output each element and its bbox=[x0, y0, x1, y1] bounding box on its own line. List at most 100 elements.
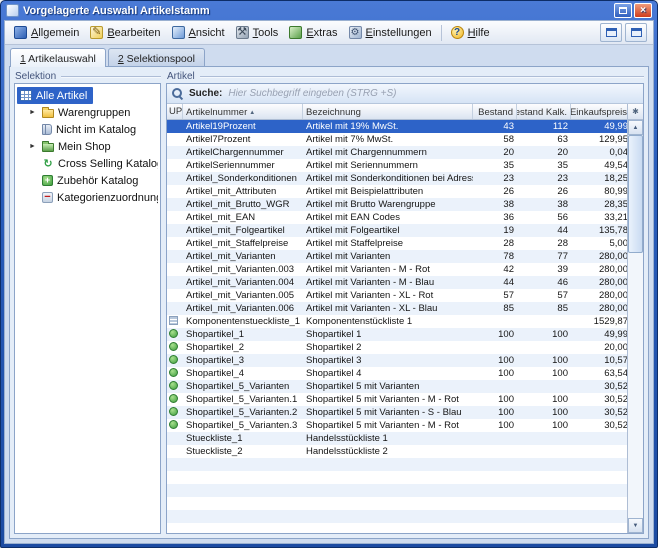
table-row[interactable]: Artikel_SonderkonditionenArtikel mit Son… bbox=[167, 172, 627, 185]
search-input[interactable]: Hier Suchbegriff eingeben (STRG +S) bbox=[228, 88, 396, 99]
cell-bezeichnung: Artikel mit Staffelpreise bbox=[303, 237, 473, 250]
table-row[interactable]: Artikel_mit_Brutto_WGRArtikel mit Brutto… bbox=[167, 198, 627, 211]
table-row[interactable]: Artikel_mit_EANArtikel mit EAN Codes3656… bbox=[167, 211, 627, 224]
table-row[interactable]: Shopartikel_5_VariantenShopartikel 5 mit… bbox=[167, 380, 627, 393]
search-bar[interactable]: Suche: Hier Suchbegriff eingeben (STRG +… bbox=[167, 84, 643, 104]
scroll-down-button[interactable]: ▼ bbox=[628, 518, 643, 533]
table-row[interactable]: ArtikelChargennummerArtikel mit Chargenn… bbox=[167, 146, 627, 159]
table-row[interactable] bbox=[167, 471, 627, 484]
cell-einkaufspreis: 135,78 bbox=[571, 224, 627, 237]
column-header-bestand-kalk[interactable]: Bestand Kalk. bbox=[517, 104, 571, 119]
tab-1-artikelauswahl[interactable]: 1 Artikelauswahl bbox=[10, 48, 106, 67]
expand-icon[interactable]: ► bbox=[29, 142, 38, 151]
expand-icon[interactable]: ► bbox=[29, 108, 38, 117]
tree-item-zubehör-katalog[interactable]: +Zubehör Katalog bbox=[17, 172, 158, 189]
cell-einkaufspreis: 1529,87 bbox=[571, 315, 627, 328]
titlebar[interactable]: Vorgelagerte Auswahl Artikelstamm × bbox=[4, 1, 654, 20]
table-row[interactable] bbox=[167, 510, 627, 523]
table-row[interactable]: Komponentenstueckliste_1Komponentenstück… bbox=[167, 315, 627, 328]
cell-einkaufspreis: 63,54 bbox=[571, 367, 627, 380]
table-row[interactable]: Artikel_mit_Varianten.006Artikel mit Var… bbox=[167, 302, 627, 315]
menu-item-allgemein[interactable]: Allgemein bbox=[9, 24, 84, 41]
tree-item-cross-selling-katalog[interactable]: ↻Cross Selling Katalog bbox=[17, 155, 158, 172]
cell-bestand bbox=[473, 458, 517, 471]
menubar: Allgemein✎Bearbeiten Ansicht ⚒ToolsExtras⚙… bbox=[5, 21, 653, 45]
table-row[interactable]: Shopartikel_3Shopartikel 310010010,5721, bbox=[167, 354, 627, 367]
table-row[interactable]: Shopartikel_1Shopartikel 110010049,9984, bbox=[167, 328, 627, 341]
cell-artikelnummer: ArtikelChargennummer bbox=[183, 146, 303, 159]
cell-bestand bbox=[473, 484, 517, 497]
tree-item-alle-artikel[interactable]: Alle Artikel bbox=[17, 87, 93, 104]
menu-item-bearbeiten[interactable]: ✎Bearbeiten bbox=[85, 24, 165, 41]
vertical-scrollbar[interactable]: ✱ ▲ ▼ bbox=[627, 104, 643, 533]
table-row[interactable]: Artikel_mit_AttributenArtikel mit Beispi… bbox=[167, 185, 627, 198]
table-row[interactable]: Artikel_mit_FolgeartikelArtikel mit Folg… bbox=[167, 224, 627, 237]
maximize-button[interactable] bbox=[614, 3, 632, 18]
table-row[interactable]: Artikel_mit_Varianten.004Artikel mit Var… bbox=[167, 276, 627, 289]
table-row[interactable] bbox=[167, 523, 627, 533]
cell-einkaufspreis: 49,54 bbox=[571, 159, 627, 172]
column-header-artikelnummer[interactable]: Artikelnummer▲ bbox=[183, 104, 303, 119]
cell-artikelnummer: Artikel_mit_Varianten.006 bbox=[183, 302, 303, 315]
table-row[interactable] bbox=[167, 458, 627, 471]
cell-bezeichnung: Artikel mit Folgeartikel bbox=[303, 224, 473, 237]
close-icon: × bbox=[640, 6, 646, 16]
cell-up bbox=[167, 406, 183, 419]
table-row[interactable]: Artikel_mit_Varianten.005Artikel mit Var… bbox=[167, 289, 627, 302]
column-header-einkaufspreis[interactable]: Einkaufspreis bbox=[571, 104, 631, 119]
table-row[interactable]: Stueckliste_1Handelsstückliste 1184 bbox=[167, 432, 627, 445]
table-row[interactable]: Stueckliste_2Handelsstückliste 2229 bbox=[167, 445, 627, 458]
cell-bezeichnung: Shopartikel 2 bbox=[303, 341, 473, 354]
cross-selling-icon: ↻ bbox=[42, 158, 54, 170]
cell-bestand: 78 bbox=[473, 250, 517, 263]
table-row[interactable]: Shopartikel_5_Varianten.3Shopartikel 5 m… bbox=[167, 419, 627, 432]
close-button[interactable]: × bbox=[634, 3, 652, 18]
scrollbar-thumb[interactable] bbox=[628, 135, 643, 253]
menu-item-einstellungen[interactable]: ⚙Einstellungen bbox=[344, 24, 437, 41]
table-row[interactable]: Artikel_mit_StaffelpreiseArtikel mit Sta… bbox=[167, 237, 627, 250]
cell-up bbox=[167, 458, 183, 471]
cell-up bbox=[167, 315, 183, 328]
tab-2-selektionspool[interactable]: 2 Selektionspool bbox=[108, 48, 205, 67]
menu-item-tools[interactable]: ⚒Tools bbox=[231, 24, 284, 41]
table-row[interactable]: Shopartikel_4Shopartikel 410010063,5472, bbox=[167, 367, 627, 380]
table-row[interactable]: Artikel19ProzentArtikel mit 19% MwSt.431… bbox=[167, 120, 627, 133]
table-row[interactable] bbox=[167, 484, 627, 497]
table-row[interactable]: Shopartikel_5_Varianten.1Shopartikel 5 m… bbox=[167, 393, 627, 406]
cell-einkaufspreis: 280,00 bbox=[571, 250, 627, 263]
tree-item-mein-shop[interactable]: ►Mein Shop bbox=[17, 138, 158, 155]
column-header-bestand[interactable]: Bestand bbox=[473, 104, 517, 119]
cell-artikelnummer: Shopartikel_4 bbox=[183, 367, 303, 380]
menu-item-extras[interactable]: Extras bbox=[284, 24, 342, 41]
column-header-bezeichnung[interactable]: Bezeichnung bbox=[303, 104, 473, 119]
menu-item-hilfe[interactable]: ?Hilfe bbox=[446, 24, 495, 41]
cell-artikelnummer: Artikel_mit_EAN bbox=[183, 211, 303, 224]
tree-item-kategorienzuordnung-entfernen[interactable]: −Kategorienzuordnung entfernen bbox=[17, 189, 158, 206]
shop-icon bbox=[169, 407, 178, 416]
tree-item-warengruppen[interactable]: ►Warengruppen bbox=[17, 104, 158, 121]
menu-item-label: Ansicht bbox=[189, 27, 225, 39]
table-row[interactable]: Shopartikel_5_Varianten.2Shopartikel 5 m… bbox=[167, 406, 627, 419]
column-chooser-button[interactable]: ✱ bbox=[628, 104, 643, 120]
menu-item-ansicht[interactable]: Ansicht bbox=[167, 24, 230, 41]
cell-einkaufspreis: 30,52 bbox=[571, 419, 627, 432]
tree-item-nicht-im-katalog[interactable]: Nicht im Katalog bbox=[17, 121, 158, 138]
table-row[interactable]: ArtikelSeriennummerArtikel mit Seriennum… bbox=[167, 159, 627, 172]
cell-einkaufspreis: 280,00 bbox=[571, 263, 627, 276]
bom-icon bbox=[169, 316, 178, 325]
table-row[interactable] bbox=[167, 497, 627, 510]
table-row[interactable]: Artikel_mit_VariantenArtikel mit Variant… bbox=[167, 250, 627, 263]
table-row[interactable]: Artikel7ProzentArtikel mit 7% MwSt.58631… bbox=[167, 133, 627, 146]
table-row[interactable]: Artikel_mit_Varianten.003Artikel mit Var… bbox=[167, 263, 627, 276]
tree-item-label: Kategorienzuordnung entfernen bbox=[57, 192, 158, 204]
close-view-button[interactable] bbox=[625, 23, 647, 42]
scrollbar-track[interactable] bbox=[628, 135, 643, 518]
cell-bestand bbox=[473, 497, 517, 510]
detach-window-button[interactable] bbox=[600, 23, 622, 42]
scroll-up-button[interactable]: ▲ bbox=[628, 120, 643, 135]
workspace: 1 Artikelauswahl2 Selektionspool Selekti… bbox=[5, 45, 653, 543]
cell-artikelnummer: ArtikelSeriennummer bbox=[183, 159, 303, 172]
column-header-up[interactable]: UP bbox=[167, 104, 183, 119]
cell-up bbox=[167, 445, 183, 458]
table-row[interactable]: Shopartikel_2Shopartikel 220,0025, bbox=[167, 341, 627, 354]
